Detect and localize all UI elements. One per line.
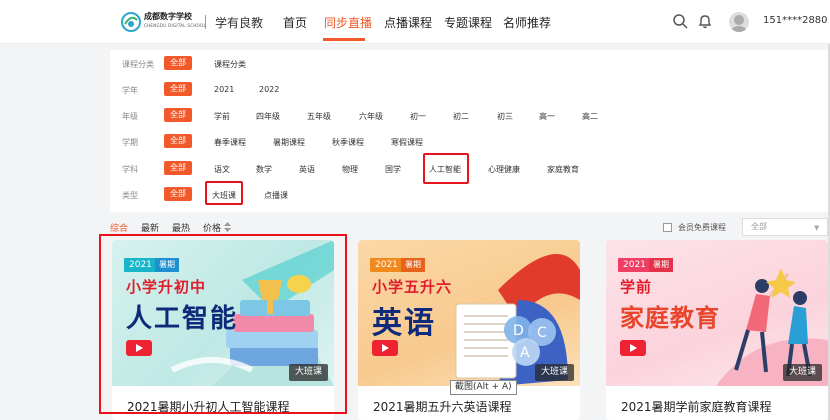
- chevron-down-icon: ▼: [814, 224, 820, 232]
- logo-text: 成都数字学校: [144, 12, 192, 21]
- filter-all-term[interactable]: 全部: [164, 134, 192, 148]
- screenshot-tooltip: 截图(Alt + A): [450, 380, 517, 395]
- filter-item[interactable]: 春季课程: [214, 137, 246, 148]
- highlight-ai-card: [99, 234, 347, 414]
- filter-item[interactable]: 寒假课程: [391, 137, 423, 148]
- cover-line1: 学前: [620, 278, 653, 296]
- filter-item[interactable]: 秋季课程: [332, 137, 364, 148]
- tag-year: 2021: [618, 258, 651, 272]
- filter-item[interactable]: 英语: [299, 164, 315, 175]
- nav-teachers[interactable]: 名师推荐: [503, 14, 551, 31]
- class-type-badge: 大班课: [534, 364, 574, 381]
- tag-season: 暑期: [649, 258, 673, 272]
- top-header: 成都数字学校 CHENGDU DIGITAL SCHOOL 学有良教 首页 同步…: [0, 0, 830, 44]
- filter-item[interactable]: 2022: [259, 85, 279, 94]
- sort-hottest[interactable]: 最热: [172, 221, 190, 234]
- sort-default[interactable]: 综合: [110, 221, 128, 234]
- filter-label-type: 类型: [122, 191, 138, 200]
- filter-item[interactable]: 暑期课程: [273, 137, 305, 148]
- course-cover-family: 2021 暑期 学前 家庭教育 大班课: [606, 240, 828, 386]
- play-icon[interactable]: [372, 340, 398, 356]
- bell-icon[interactable]: [697, 13, 713, 29]
- filter-all-type[interactable]: 全部: [164, 187, 192, 201]
- filter-item[interactable]: 国学: [385, 164, 401, 175]
- course-title[interactable]: 2021暑期五升六英语课程: [373, 398, 512, 415]
- play-icon[interactable]: [620, 340, 646, 356]
- sort-arrows-icon[interactable]: [224, 222, 231, 232]
- filter-item-bigclass[interactable]: 大班课: [212, 190, 236, 201]
- avatar[interactable]: [729, 12, 749, 32]
- sort-newest[interactable]: 最新: [141, 221, 159, 234]
- filter-item[interactable]: 语文: [214, 164, 230, 175]
- filter-item[interactable]: 高一: [539, 111, 555, 122]
- filter-item[interactable]: 物理: [342, 164, 358, 175]
- filter-item[interactable]: 学前: [214, 111, 230, 122]
- svg-text:C: C: [537, 325, 547, 341]
- logo-subtext: CHENGDU DIGITAL SCHOOL: [144, 23, 207, 28]
- course-title[interactable]: 2021暑期学前家庭教育课程: [621, 398, 772, 415]
- filter-item-ai[interactable]: 人工智能: [429, 164, 461, 175]
- class-type-badge: 大班课: [782, 364, 822, 381]
- vip-free-label: 会员免费课程: [678, 223, 726, 232]
- filter-item[interactable]: 数学: [256, 164, 272, 175]
- filter-item[interactable]: 五年级: [307, 111, 331, 122]
- filter-all-grade[interactable]: 全部: [164, 108, 192, 122]
- filter-item[interactable]: 心理健康: [488, 164, 520, 175]
- header-divider: [205, 15, 206, 29]
- filter-item[interactable]: 六年级: [359, 111, 383, 122]
- nav-home[interactable]: 首页: [283, 14, 307, 31]
- svg-text:A: A: [520, 345, 530, 361]
- slogan: 学有良教: [215, 16, 264, 30]
- nav-vod[interactable]: 点播课程: [384, 14, 432, 31]
- filter-item[interactable]: 课程分类: [214, 59, 246, 70]
- nav-active-underline: [323, 38, 365, 41]
- filter-label-term: 学期: [122, 138, 138, 147]
- cover-line1: 小学五升六: [372, 278, 453, 296]
- filter-label-year: 学年: [122, 86, 138, 95]
- school-logo-icon[interactable]: [121, 12, 141, 32]
- svg-text:D: D: [513, 323, 524, 339]
- vip-free-checkbox[interactable]: [663, 223, 672, 232]
- filter-item[interactable]: 高二: [582, 111, 598, 122]
- filter-item[interactable]: 家庭教育: [547, 164, 579, 175]
- filter-all-subject[interactable]: 全部: [164, 161, 192, 175]
- filter-all-category[interactable]: 全部: [164, 56, 192, 70]
- filter-item[interactable]: 2021: [214, 85, 234, 94]
- tag-year: 2021: [370, 258, 403, 272]
- cover-line2: 家庭教育: [620, 304, 720, 332]
- nav-live[interactable]: 同步直播: [324, 14, 372, 31]
- filter-item[interactable]: 点播课: [264, 190, 288, 201]
- tag-season: 暑期: [401, 258, 425, 272]
- filter-item[interactable]: 初一: [410, 111, 426, 122]
- filter-all-year[interactable]: 全部: [164, 82, 192, 96]
- nav-topics[interactable]: 专题课程: [444, 14, 492, 31]
- filter-label-grade: 年级: [122, 112, 138, 121]
- cover-line2: 英语: [372, 306, 436, 341]
- search-icon[interactable]: [672, 13, 688, 29]
- svg-text:P: P: [542, 345, 550, 361]
- filter-label-category: 课程分类: [122, 60, 154, 69]
- sort-price[interactable]: 价格: [203, 221, 221, 234]
- course-card-family[interactable]: 2021 暑期 学前 家庭教育 大班课 2021暑期学前家庭教育课程: [606, 240, 828, 420]
- filter-panel: 课程分类 全部 课程分类 学年 全部 2021 2022 年级 全部 学前 四年…: [110, 50, 828, 212]
- filter-item[interactable]: 初二: [453, 111, 469, 122]
- filter-label-subject: 学科: [122, 165, 138, 174]
- filter-item[interactable]: 初三: [497, 111, 513, 122]
- filter-item[interactable]: 四年级: [256, 111, 280, 122]
- user-name[interactable]: 151****2880: [763, 15, 828, 26]
- course-cover-english: D C A P 2021 暑期 小学五升六 英语 大班课: [358, 240, 580, 386]
